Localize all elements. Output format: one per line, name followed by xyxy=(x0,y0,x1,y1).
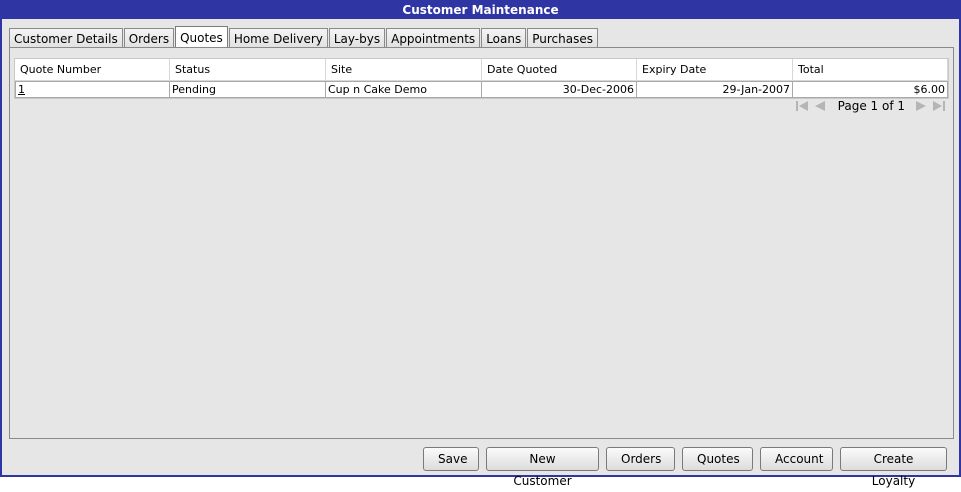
status-cell: Pending xyxy=(170,81,326,98)
account-button[interactable]: Account xyxy=(760,447,833,471)
table-row[interactable]: 1 Pending Cup n Cake Demo 30-Dec-2006 29… xyxy=(15,81,948,98)
quotes-button[interactable]: Quotes xyxy=(682,447,753,471)
next-page-icon[interactable] xyxy=(913,99,929,113)
tab-customer-details[interactable]: Customer Details xyxy=(9,28,123,48)
date-quoted-cell: 30-Dec-2006 xyxy=(482,81,637,98)
tab-appointments[interactable]: Appointments xyxy=(386,28,481,48)
quotes-panel: Quote Number Status Site Date Quoted Exp… xyxy=(9,47,954,439)
tab-orders[interactable]: Orders xyxy=(123,28,175,48)
expiry-date-cell: 29-Jan-2007 xyxy=(637,81,793,98)
tab-home-delivery[interactable]: Home Delivery xyxy=(228,28,328,48)
column-header-expiry-date[interactable]: Expiry Date xyxy=(637,59,793,80)
last-page-icon[interactable] xyxy=(931,99,947,113)
quote-number-link[interactable]: 1 xyxy=(15,81,170,98)
tab-bar: Customer Details Orders Quotes Home Deli… xyxy=(9,26,599,49)
pager: Page 1 of 1 xyxy=(794,99,947,113)
total-cell: $6.00 xyxy=(793,81,948,98)
new-customer-button[interactable]: New Customer xyxy=(486,447,599,488)
tab-loans[interactable]: Loans xyxy=(481,28,527,48)
page-indicator: Page 1 of 1 xyxy=(837,99,905,113)
customer-maintenance-window: Customer Maintenance Customer Details Or… xyxy=(0,0,961,488)
grid-header: Quote Number Status Site Date Quoted Exp… xyxy=(15,59,948,81)
create-loyalty-button[interactable]: Create Loyalty xyxy=(840,447,947,488)
tab-quotes[interactable]: Quotes xyxy=(175,26,228,49)
column-header-quote-number[interactable]: Quote Number xyxy=(15,59,170,80)
column-header-date-quoted[interactable]: Date Quoted xyxy=(482,59,637,80)
column-header-site[interactable]: Site xyxy=(326,59,482,80)
column-header-status[interactable]: Status xyxy=(170,59,326,80)
tab-lay-bys[interactable]: Lay-bys xyxy=(328,28,386,48)
orders-button[interactable]: Orders xyxy=(606,447,675,471)
window-title: Customer Maintenance xyxy=(2,2,959,19)
site-cell: Cup n Cake Demo xyxy=(326,81,482,98)
first-page-icon[interactable] xyxy=(794,99,810,113)
save-button[interactable]: Save xyxy=(423,447,479,471)
previous-page-icon[interactable] xyxy=(812,99,828,113)
column-header-total[interactable]: Total xyxy=(793,59,948,80)
tab-purchases[interactable]: Purchases xyxy=(527,28,598,48)
quotes-grid: Quote Number Status Site Date Quoted Exp… xyxy=(14,58,949,99)
action-buttons: Save New Customer Orders Quotes Account … xyxy=(423,447,947,488)
